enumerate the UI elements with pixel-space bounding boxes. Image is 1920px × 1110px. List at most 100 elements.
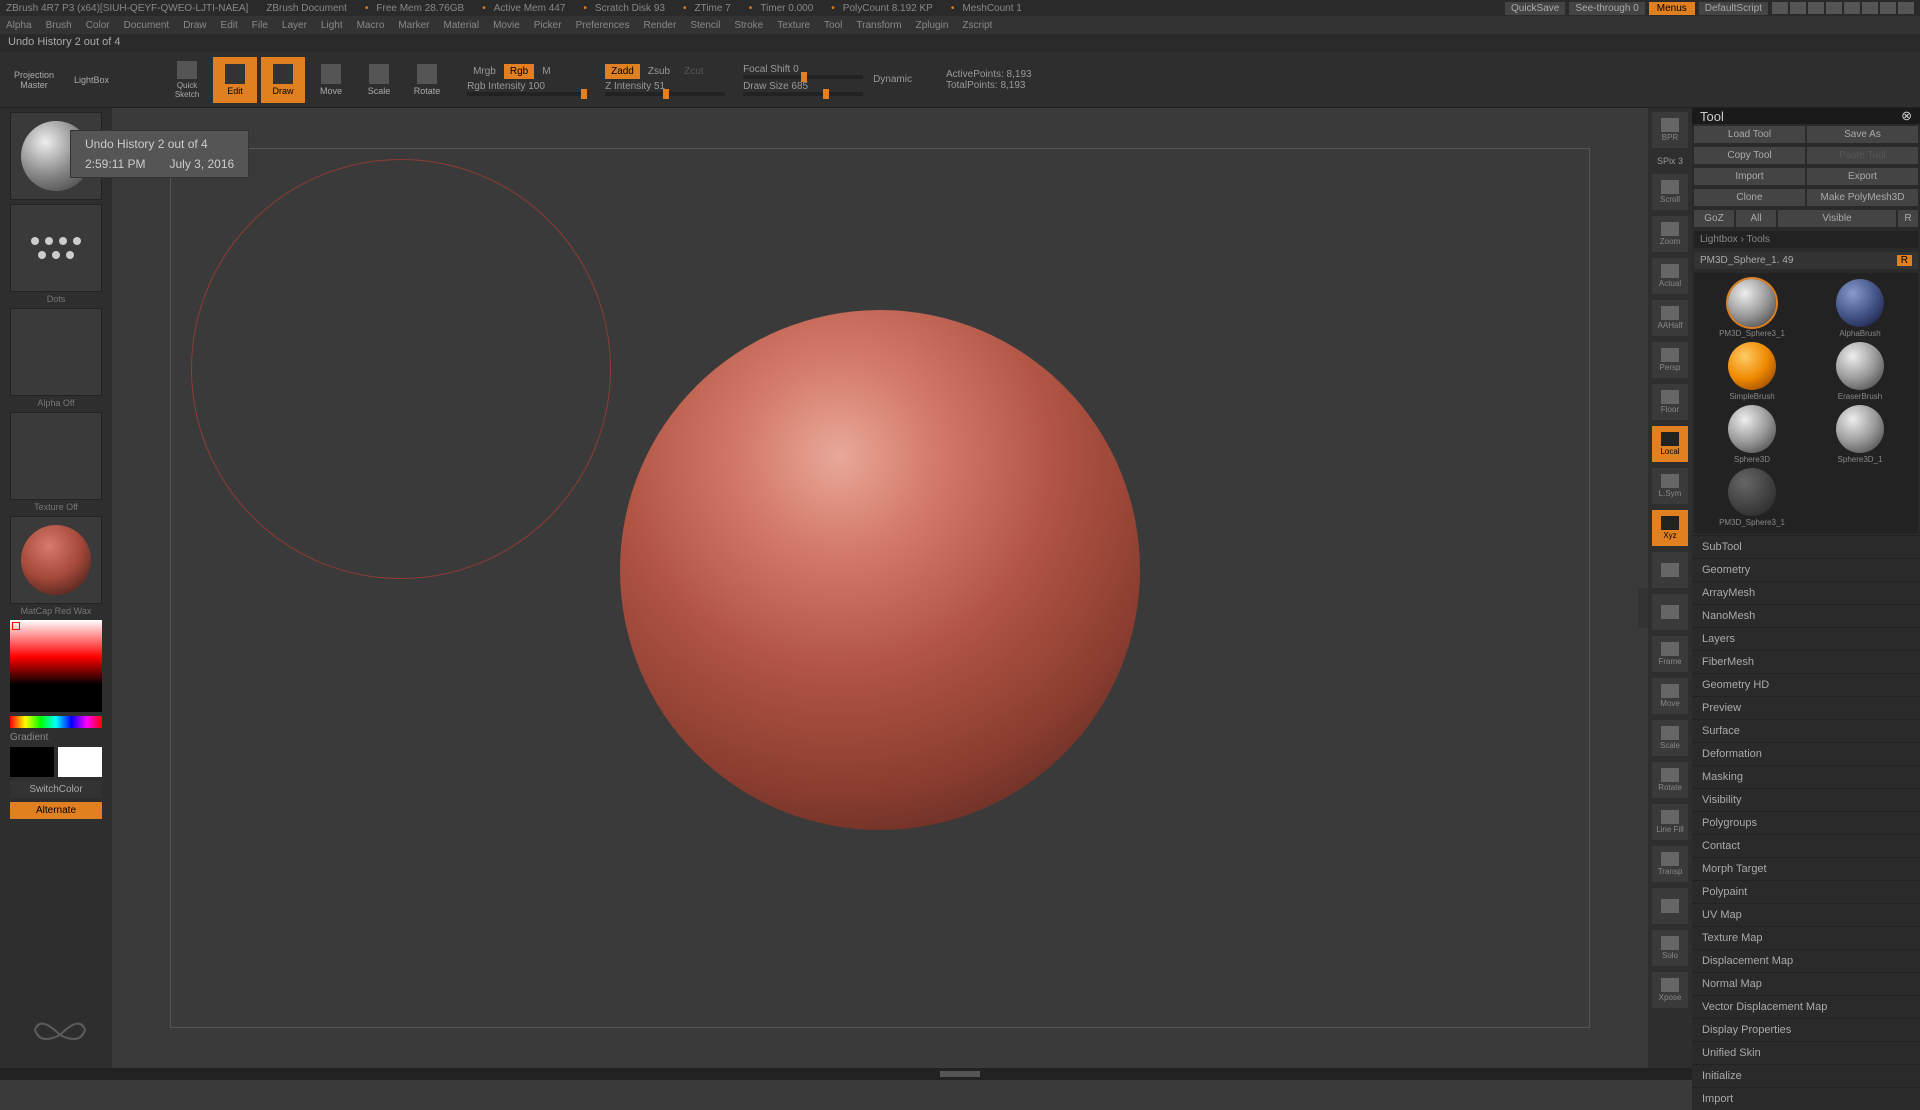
makepoly-button[interactable]: Make PolyMesh3D (1807, 189, 1918, 206)
ri-btn10[interactable] (1652, 552, 1688, 588)
section-fibermesh[interactable]: FiberMesh (1692, 650, 1920, 673)
section-geometry[interactable]: Geometry (1692, 558, 1920, 581)
win-btn-5[interactable] (1844, 2, 1860, 14)
win-btn-4[interactable] (1826, 2, 1842, 14)
seethrough[interactable]: See-through 0 (1569, 2, 1644, 15)
ri-linefill[interactable]: Line Fill (1652, 804, 1688, 840)
clone-button[interactable]: Clone (1694, 189, 1805, 206)
rgb-intensity-slider[interactable] (467, 92, 587, 96)
menu-alpha[interactable]: Alpha (6, 20, 32, 31)
copytool-button[interactable]: Copy Tool (1694, 147, 1805, 164)
tool-item-2[interactable]: SimpleBrush (1700, 342, 1804, 401)
section-geometry-hd[interactable]: Geometry HD (1692, 673, 1920, 696)
zsub-button[interactable]: Zsub (642, 64, 676, 79)
rgb-button[interactable]: Rgb (504, 64, 534, 79)
menu-stroke[interactable]: Stroke (734, 20, 763, 31)
draw-button[interactable]: Draw (261, 57, 305, 103)
saveas-button[interactable]: Save As (1807, 126, 1918, 143)
projection-master-button[interactable]: Projection Master (6, 57, 62, 103)
win-btn-2[interactable] (1790, 2, 1806, 14)
menu-zscript[interactable]: Zscript (962, 20, 992, 31)
ri-local[interactable]: Local (1652, 426, 1688, 462)
ri-zoom[interactable]: Zoom (1652, 216, 1688, 252)
mrgb-button[interactable]: Mrgb (467, 64, 502, 79)
menu-file[interactable]: File (252, 20, 268, 31)
alternate-button[interactable]: Alternate (10, 802, 102, 819)
menu-stencil[interactable]: Stencil (690, 20, 720, 31)
secondary-color-swatch[interactable] (10, 747, 54, 777)
defaultscript[interactable]: DefaultScript (1699, 2, 1768, 15)
menu-movie[interactable]: Movie (493, 20, 520, 31)
bottombar[interactable] (0, 1068, 1920, 1080)
import-button[interactable]: Import (1694, 168, 1805, 185)
win-close[interactable] (1898, 2, 1914, 14)
ri-bpr[interactable]: BPR (1652, 112, 1688, 148)
section-preview[interactable]: Preview (1692, 696, 1920, 719)
quicksketch-button[interactable]: Quick Sketch (165, 57, 209, 103)
section-subtool[interactable]: SubTool (1692, 535, 1920, 558)
win-btn-3[interactable] (1808, 2, 1824, 14)
z-intensity-slider[interactable] (605, 92, 725, 96)
section-nanomesh[interactable]: NanoMesh (1692, 604, 1920, 627)
menu-light[interactable]: Light (321, 20, 343, 31)
lightbox-button[interactable]: LightBox (66, 57, 117, 103)
ri-actual[interactable]: Actual (1652, 258, 1688, 294)
m-button[interactable]: M (536, 64, 556, 79)
tool-item-6[interactable]: PM3D_Sphere3_1 (1700, 468, 1804, 527)
section-arraymesh[interactable]: ArrayMesh (1692, 581, 1920, 604)
switchcolor-button[interactable]: SwitchColor (10, 781, 102, 798)
section-contact[interactable]: Contact (1692, 834, 1920, 857)
goz-button[interactable]: GoZ (1694, 210, 1734, 227)
ri-btn11[interactable] (1652, 594, 1688, 630)
ri-scale[interactable]: Scale (1652, 720, 1688, 756)
menu-picker[interactable]: Picker (534, 20, 562, 31)
focal-shift-slider[interactable] (743, 75, 863, 79)
ri-xyz[interactable]: Xyz (1652, 510, 1688, 546)
menu-layer[interactable]: Layer (282, 20, 307, 31)
win-max[interactable] (1880, 2, 1896, 14)
collapse-arrow[interactable] (1638, 588, 1648, 628)
ri-rotate[interactable]: Rotate (1652, 762, 1688, 798)
menu-texture[interactable]: Texture (777, 20, 810, 31)
pastetool-button[interactable]: Paste Tool (1807, 147, 1918, 164)
lightbox-tools-label[interactable]: Lightbox › Tools (1694, 231, 1918, 248)
menu-render[interactable]: Render (644, 20, 677, 31)
zadd-button[interactable]: Zadd (605, 64, 640, 79)
visible-button[interactable]: Visible (1778, 210, 1896, 227)
tool-item-1[interactable]: AlphaBrush (1808, 279, 1912, 338)
primary-color-swatch[interactable] (58, 747, 102, 777)
edit-button[interactable]: Edit (213, 57, 257, 103)
section-polygroups[interactable]: Polygroups (1692, 811, 1920, 834)
win-min[interactable] (1862, 2, 1878, 14)
texture-slot[interactable] (10, 412, 102, 500)
section-import[interactable]: Import (1692, 1087, 1920, 1110)
section-deformation[interactable]: Deformation (1692, 742, 1920, 765)
ri-solo[interactable]: Solo (1652, 930, 1688, 966)
toolname-row[interactable]: PM3D_Sphere_1. 49 R (1694, 252, 1918, 269)
ri-btn18[interactable] (1652, 888, 1688, 924)
section-displacement-map[interactable]: Displacement Map (1692, 949, 1920, 972)
sphere-mesh[interactable] (620, 310, 1140, 830)
section-uv-map[interactable]: UV Map (1692, 903, 1920, 926)
tool-item-0[interactable]: PM3D_Sphere3_1 (1700, 279, 1804, 338)
hue-bar[interactable] (10, 716, 102, 728)
menu-edit[interactable]: Edit (221, 20, 238, 31)
menu-material[interactable]: Material (444, 20, 480, 31)
draw-size-slider[interactable] (743, 92, 863, 96)
ri-l.sym[interactable]: L.Sym (1652, 468, 1688, 504)
tool-item-5[interactable]: Sphere3D_1 (1808, 405, 1912, 464)
ri-aahalf[interactable]: AAHalf (1652, 300, 1688, 336)
section-layers[interactable]: Layers (1692, 627, 1920, 650)
section-normal-map[interactable]: Normal Map (1692, 972, 1920, 995)
ri-transp[interactable]: Transp (1652, 846, 1688, 882)
menu-brush[interactable]: Brush (46, 20, 72, 31)
section-visibility[interactable]: Visibility (1692, 788, 1920, 811)
gradient-label[interactable]: Gradient (10, 732, 102, 743)
menu-document[interactable]: Document (124, 20, 170, 31)
r-button[interactable]: R (1898, 210, 1918, 227)
dynamic-label[interactable]: Dynamic (867, 72, 918, 87)
menu-macro[interactable]: Macro (357, 20, 385, 31)
section-vector-displacement-map[interactable]: Vector Displacement Map (1692, 995, 1920, 1018)
quicksave-button[interactable]: QuickSave (1505, 2, 1565, 15)
all-button[interactable]: All (1736, 210, 1776, 227)
